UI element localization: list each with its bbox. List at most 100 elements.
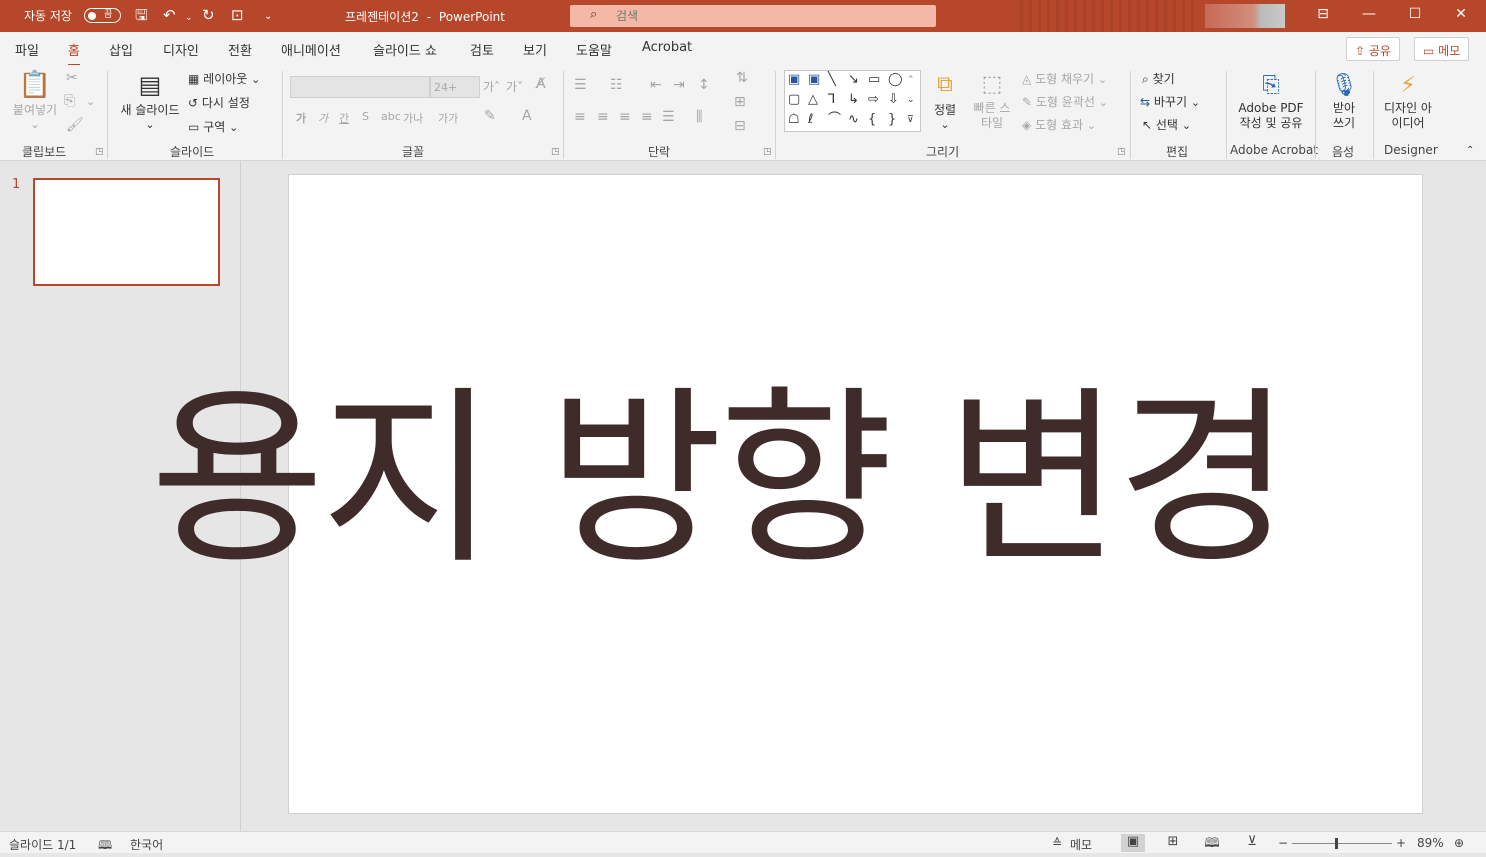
search-box[interactable]: ⌕ [570,5,936,27]
curve-icon[interactable]: ∿ [848,112,859,128]
gallery-up-icon[interactable]: ⌃ [907,72,915,88]
accessibility-icon[interactable]: 🕮 [98,836,112,857]
shadow-icon[interactable]: S [362,110,369,123]
arrange-button[interactable]: ⧉ 정렬 ⌄ [928,69,962,131]
align-center-icon[interactable]: ≡ [597,109,609,125]
slide-title-text[interactable]: 용지 방향 변경 [150,380,1350,580]
reset-button[interactable]: ↺ 다시 설정 [188,94,250,111]
rectangle-icon[interactable]: ▭ [868,72,880,88]
tab-insert[interactable]: 삽입 [109,40,133,59]
zoom-in-icon[interactable]: + [1396,836,1406,850]
layout-button[interactable]: ▦ 레이아웃 ⌄ [188,70,260,87]
elbow-arrow-icon[interactable]: ↳ [848,92,859,108]
triangle-icon[interactable]: △ [808,92,818,108]
vertical-text-box-icon[interactable]: ▣ [808,72,820,88]
customize-qat-icon[interactable]: ⌄ [264,8,272,26]
font-launcher-icon[interactable]: ◳ [551,147,560,157]
account-avatar[interactable] [1205,4,1285,28]
justify-icon[interactable]: ≡ [641,109,653,125]
freeform-icon[interactable]: ☖ [788,112,800,128]
left-brace-icon[interactable]: { [868,112,876,128]
autosave-toggle[interactable]: 끔 [84,8,121,23]
oval-icon[interactable]: ◯ [888,72,903,88]
columns-icon[interactable]: ⫼ [696,109,702,125]
shape-effects-button[interactable]: ◈ 도형 효과 ⌄ [1022,116,1096,133]
redo-icon[interactable]: ↻ [202,6,215,24]
select-button[interactable]: ↖ 선택 ⌄ [1142,116,1191,133]
comments-button[interactable]: ▭ 메모 [1414,37,1470,61]
replace-button[interactable]: ⇆ 바꾸기 ⌄ [1140,93,1200,110]
underline-icon[interactable]: 간 [339,110,349,126]
ribbon-display-options-icon[interactable]: ⊟ [1313,6,1333,22]
text-direction-icon[interactable]: ⇅ [736,70,748,86]
undo-dropdown-icon[interactable]: ⌄ [185,9,193,27]
clear-formatting-icon[interactable]: A̸ [536,76,546,92]
tab-slideshow[interactable]: 슬라이드 쇼 [373,40,437,59]
italic-icon[interactable]: 가 [318,110,328,126]
shape-fill-button[interactable]: ◬ 도형 채우기 ⌄ [1022,70,1107,87]
save-icon[interactable]: 🖫 [135,6,148,24]
section-button[interactable]: ▭ 구역 ⌄ [188,118,238,135]
arrow-line-icon[interactable]: ↘ [848,72,859,88]
elbow-connector-icon[interactable]: ⅂ [828,92,835,108]
clipboard-launcher-icon[interactable]: ◳ [95,147,104,157]
right-arrow-icon[interactable]: ⇨ [868,92,879,108]
tab-home[interactable]: 홈 [68,40,80,66]
notes-button[interactable]: 메모 [1070,836,1092,853]
find-button[interactable]: ⌕ 찾기 [1142,70,1175,87]
slide-thumbnail[interactable] [33,178,220,286]
strikethrough-icon[interactable]: abc [381,110,401,123]
align-left-icon[interactable]: ≡ [574,109,586,125]
convert-smartart-icon[interactable]: ⊟ [734,118,746,134]
align-text-icon[interactable]: ⊞ [734,94,746,110]
right-brace-icon[interactable]: } [888,112,896,128]
cut-icon[interactable]: ✂ [66,70,78,86]
tab-design[interactable]: 디자인 [163,40,199,59]
create-pdf-button[interactable]: ⎘ Adobe PDF 작성 및 공유 [1232,71,1310,131]
zoom-level[interactable]: 89% [1417,836,1444,850]
paste-button[interactable]: 📋 붙여넣기 ⌄ [10,69,60,131]
tab-view[interactable]: 보기 [523,40,547,59]
character-spacing-icon[interactable]: 가나 [403,110,423,126]
numbering-icon[interactable]: ☷ [610,77,623,93]
align-right-icon[interactable]: ≡ [619,109,631,125]
normal-view-icon[interactable]: ▣ [1121,834,1145,852]
arc-icon[interactable]: ⌒ [828,112,841,128]
tab-transitions[interactable]: 전환 [228,40,252,59]
start-from-beginning-icon[interactable]: ⊡ [231,6,244,24]
format-painter-icon[interactable]: 🖌 [66,117,84,133]
grow-font-icon[interactable]: 가˄ [483,78,500,95]
rounded-rectangle-icon[interactable]: ▢ [788,92,800,108]
design-ideas-button[interactable]: ⚡ 디자인 아이디어 [1380,71,1436,131]
font-name-box[interactable] [290,76,430,98]
line-spacing-icon[interactable]: ↕ [698,77,710,93]
zoom-slider-thumb[interactable] [1335,838,1338,849]
copy-icon[interactable]: ⎘ [64,93,75,109]
minimize-icon[interactable]: — [1359,6,1379,22]
font-size-box[interactable]: 24+ [430,76,480,98]
tab-review[interactable]: 검토 [470,40,494,59]
bold-icon[interactable]: 가 [296,110,306,126]
copy-dropdown-icon[interactable]: ⌄ [86,95,95,108]
dictate-button[interactable]: 🎙 받아 쓰기 [1323,71,1365,131]
fit-to-window-icon[interactable]: ⊕ [1454,836,1464,850]
gallery-down-icon[interactable]: ⌄ [907,92,915,108]
tab-file[interactable]: 파일 [15,40,39,59]
font-color-icon[interactable]: A [522,108,532,124]
distributed-icon[interactable]: ☰ [662,109,675,125]
zoom-out-icon[interactable]: − [1278,836,1288,850]
paragraph-launcher-icon[interactable]: ◳ [763,147,772,157]
search-input[interactable] [616,7,916,25]
new-slide-button[interactable]: ▤ 새 슬라이드 ⌄ [116,69,184,131]
bullets-icon[interactable]: ☰ [574,77,587,93]
text-box-icon[interactable]: ▣ [788,72,800,88]
quick-styles-button[interactable]: ⬚ 빠른 스타일 [966,69,1018,131]
change-case-icon[interactable]: 가가 [438,110,458,126]
scribble-icon[interactable]: ℓ [808,112,813,128]
highlight-icon[interactable]: ✎ [484,108,496,124]
maximize-icon[interactable]: ☐ [1405,6,1425,22]
undo-icon[interactable]: ↶ [163,6,176,24]
tab-acrobat[interactable]: Acrobat [642,40,692,55]
zoom-slider[interactable] [1292,843,1392,844]
notes-icon[interactable]: ≙ [1052,836,1062,850]
